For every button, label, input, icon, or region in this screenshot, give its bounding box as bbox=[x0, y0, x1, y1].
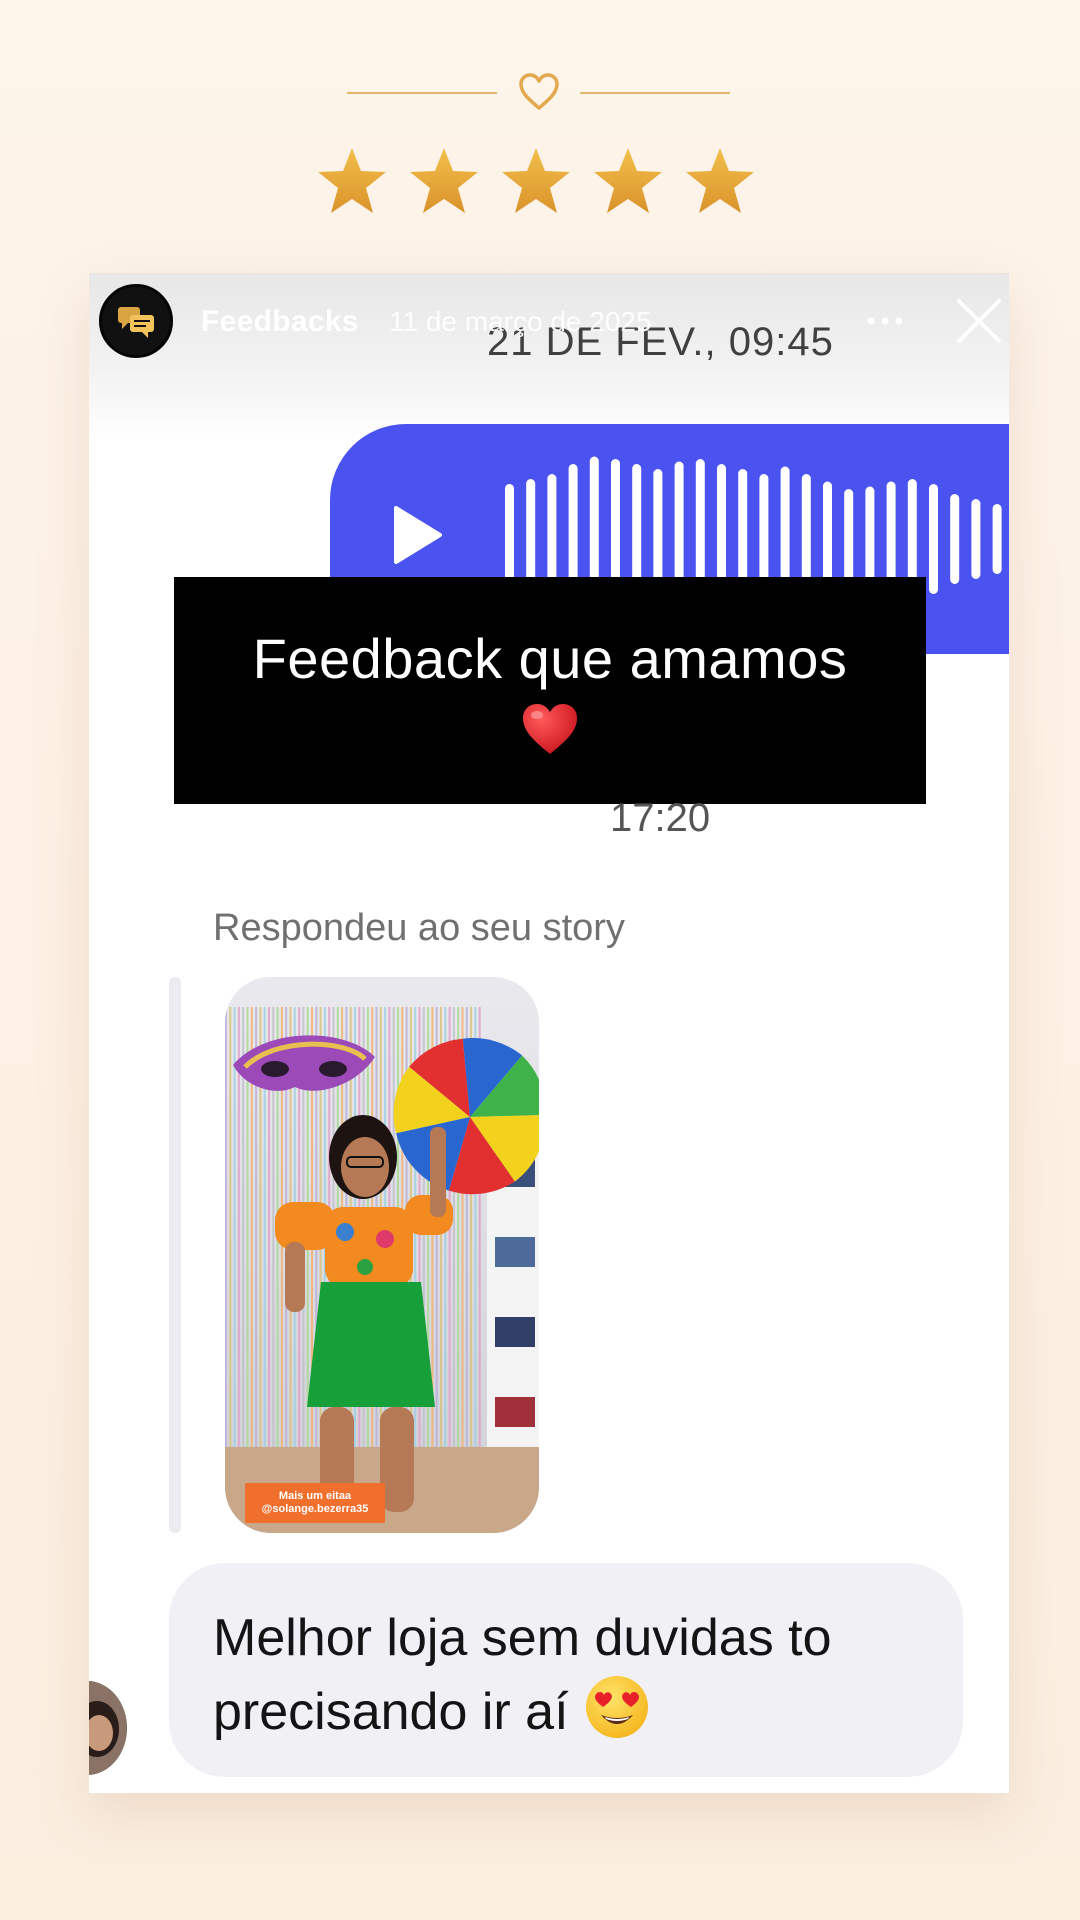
close-icon[interactable] bbox=[955, 297, 1003, 345]
play-icon[interactable] bbox=[390, 504, 444, 566]
thumbnail-caption-line2: @solange.bezerra35 bbox=[261, 1503, 369, 1515]
rating-stars bbox=[316, 146, 756, 216]
waveform-bar bbox=[844, 489, 854, 589]
star-icon bbox=[502, 148, 570, 213]
divider-line-left bbox=[347, 92, 497, 94]
red-heart-icon bbox=[523, 703, 577, 754]
waveform-bar bbox=[971, 499, 981, 579]
reply-label: Respondeu ao seu story bbox=[213, 907, 625, 949]
waveform-bar bbox=[929, 484, 938, 594]
sender-avatar[interactable] bbox=[89, 1681, 127, 1775]
waveform-bar bbox=[992, 504, 1002, 574]
star-icon bbox=[410, 148, 478, 213]
post-date: 11 de março de 2025 bbox=[389, 306, 652, 337]
star-icon bbox=[594, 148, 662, 213]
sender-avatar-photo bbox=[89, 1681, 127, 1775]
caption-overlay: Feedback que amamos bbox=[174, 577, 926, 804]
more-horizontal-icon[interactable] bbox=[865, 313, 905, 329]
thumbnail-caption: Mais um eitaa @solange.bezerra35 bbox=[245, 1483, 385, 1523]
waveform-bar bbox=[865, 486, 875, 592]
reply-quote-bar bbox=[169, 977, 181, 1533]
chat-bubbles-icon bbox=[118, 307, 154, 338]
caption-text: Feedback que amamos bbox=[252, 626, 848, 690]
star-icon bbox=[318, 148, 386, 213]
profile-avatar[interactable] bbox=[99, 284, 173, 358]
timestamp-mid: 17:20 bbox=[610, 796, 711, 840]
account-name[interactable]: Feedbacks bbox=[201, 305, 359, 339]
tinsel-strand bbox=[229, 1007, 232, 1447]
story-card: 21 DE FEV., 09:45 Feedbacks 11 de março … bbox=[89, 273, 1009, 1793]
tinsel-strand bbox=[233, 1007, 236, 1447]
story-thumbnail[interactable]: Mais um eitaa @solange.bezerra35 bbox=[225, 977, 539, 1533]
heart-eyes-emoji-icon bbox=[585, 1676, 648, 1738]
heart-outline-icon bbox=[519, 73, 559, 110]
tinsel-strand bbox=[225, 1007, 227, 1447]
message-text: Melhor loja sem duvidas to precisando ir… bbox=[213, 1603, 933, 1747]
story-header: Feedbacks 11 de março de 2025 bbox=[89, 273, 1009, 373]
waveform-bar bbox=[950, 494, 960, 584]
story-photo bbox=[225, 977, 539, 1533]
thumbnail-caption-line1: Mais um eitaa bbox=[278, 1490, 352, 1502]
divider-line-right bbox=[580, 92, 730, 94]
star-icon bbox=[686, 148, 754, 213]
message-bubble: Melhor loja sem duvidas to precisando ir… bbox=[169, 1563, 963, 1777]
message-text-content: Melhor loja sem duvidas to precisando ir… bbox=[213, 1609, 832, 1741]
